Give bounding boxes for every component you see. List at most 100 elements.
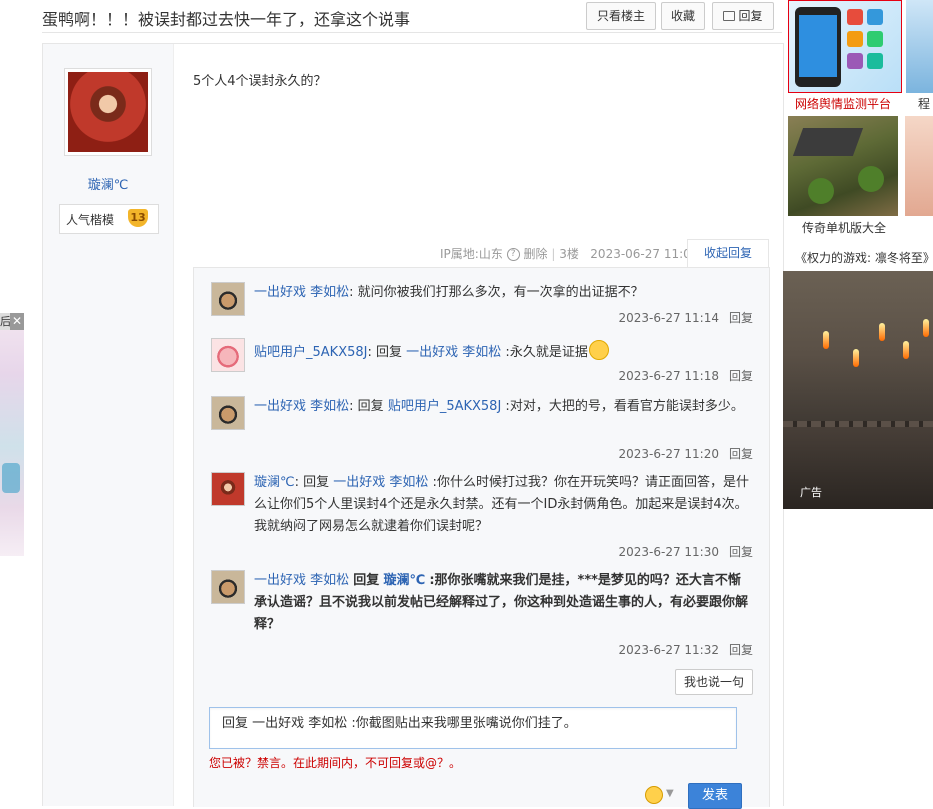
left-floating-ad[interactable]: 后 ✕ — [0, 313, 24, 556]
ad-image-game[interactable] — [788, 116, 898, 216]
reply-message: 永久就是证据 — [509, 345, 588, 360]
avatar[interactable] — [211, 570, 245, 604]
help-icon[interactable]: ? — [506, 248, 520, 261]
avatar[interactable] — [211, 282, 245, 316]
reply-link[interactable]: 回复 — [729, 369, 753, 383]
thread-title: 蛋鸭啊！！！被误封都过去快一年了，还拿这个说事 — [42, 10, 411, 29]
reply-text: 一出好戏 李如松: 回复 贴吧用户_5AKX58J :对对，大把的号，看看官方能… — [254, 399, 744, 414]
reply-user[interactable]: 璇澜℃ — [254, 475, 295, 490]
ad-label: 广告 — [800, 486, 822, 499]
reply-editor[interactable]: 回复 一出好戏 李如松 :你截图贴出来我哪里张嘴说你们挂了。 — [209, 707, 737, 749]
ad-image-monitoring[interactable] — [788, 0, 902, 93]
avatar[interactable] — [211, 338, 245, 372]
app-tile-icon — [867, 9, 883, 25]
level-label: 人气楷模 — [66, 213, 115, 227]
reply-list: 一出好戏 李如松: 就问你被我们打那么多次，有一次拿的出证据不？ 2023-6-… — [193, 267, 770, 809]
comment-icon — [723, 11, 736, 21]
thread-header: 蛋鸭啊！！！被误封都过去快一年了，还拿这个说事 只看楼主 收藏 回复 — [42, 0, 782, 33]
avatar-image — [68, 72, 148, 152]
reply-time: 2023-6-27 11:14 — [618, 311, 719, 325]
fire-mark — [879, 323, 885, 341]
left-ad-image — [2, 463, 20, 493]
reply-meta: 2023-6-27 11:14 回复 — [618, 309, 753, 326]
ad-image-partial-2[interactable] — [905, 116, 933, 216]
post-floor: 璇澜℃ 人气楷模 13 5个人4个误封永久的？ IP属地:山东 ? 删除 | 3… — [42, 43, 784, 809]
floor-number: 3楼 — [559, 247, 579, 261]
reply-link[interactable]: 回复 — [729, 643, 753, 657]
reply-message: 对对，大把的号，看看官方能误封多少。 — [509, 399, 744, 414]
close-icon[interactable]: ✕ — [10, 313, 24, 330]
ad-caption-monitoring[interactable]: 网络舆情监测平台 — [795, 95, 891, 112]
post-tail-info: IP属地:山东 ? 删除 | 3楼 2023-06-27 11:05 — [440, 247, 699, 261]
reply-link[interactable]: 回复 — [729, 447, 753, 461]
fire-mark — [853, 349, 859, 367]
reply-word: 回复 — [376, 345, 403, 360]
reply-user[interactable]: 一出好戏 李如松 — [254, 285, 349, 300]
avatar[interactable] — [211, 396, 245, 430]
reply-text: 璇澜℃: 回复 一出好戏 李如松 :你什么时候打过我？你在开玩笑吗？请正面回答，… — [254, 475, 749, 534]
emoji-icon[interactable] — [645, 786, 663, 804]
reply-meta: 2023-6-27 11:30 回复 — [618, 543, 753, 560]
ad-caption-game[interactable]: 传奇单机版大全 — [802, 219, 886, 236]
only-op-button[interactable]: 只看楼主 — [586, 2, 656, 30]
reply-link[interactable]: 回复 — [729, 545, 753, 559]
reply-time: 2023-6-27 11:32 — [618, 643, 719, 657]
send-button[interactable]: 发表 — [688, 783, 742, 809]
collect-button[interactable]: 收藏 — [661, 2, 705, 30]
reply-time: 2023-6-27 11:30 — [618, 545, 719, 559]
reply-editor-text[interactable]: 回复 一出好戏 李如松 :你截图贴出来我哪里张嘴说你们挂了。 — [222, 712, 577, 731]
reply-button[interactable]: 回复 — [712, 2, 774, 30]
right-sidebar: 网络舆情监测平台 程 传奇单机版大全 《权力的游戏: 凛冬将至》H 广告 — [783, 0, 933, 805]
reply-text: 一出好戏 李如松 回复 璇澜℃ :那你张嘴就来我们是挂，***是梦见的吗？还大言… — [254, 573, 749, 632]
smile-emoji-icon — [588, 340, 609, 360]
reply-to-user[interactable]: 贴吧用户_5AKX58J — [388, 399, 501, 414]
reply-time: 2023-6-27 11:18 — [618, 369, 719, 383]
reply-user[interactable]: 一出好戏 李如松 — [254, 573, 349, 588]
fire-mark — [903, 341, 909, 359]
reply-to-user[interactable]: 璇澜℃ — [383, 573, 425, 588]
say-more-button[interactable]: 我也说一句 — [675, 669, 753, 695]
reply-link[interactable]: 回复 — [729, 311, 753, 325]
post-time: 2023-06-27 11:05 — [590, 247, 699, 261]
reply-message: 你什么时候打过我？你在开玩笑吗？请正面回答，是什么让你们5个人里误封4个还是永久… — [254, 475, 749, 534]
reply-time: 2023-6-27 11:20 — [618, 447, 719, 461]
ad-image-partial[interactable] — [906, 0, 933, 93]
ad-caption-partial[interactable]: 程 — [918, 95, 930, 112]
avatar[interactable] — [211, 472, 245, 506]
fire-mark — [823, 331, 829, 349]
app-tile-icon — [867, 31, 883, 47]
game-ad-title[interactable]: 《权力的游戏: 凛冬将至》H — [795, 249, 933, 266]
game-tree — [808, 178, 834, 204]
reply-word: 回复 — [303, 475, 330, 490]
app-tile-icon — [847, 9, 863, 25]
game-tree — [858, 166, 884, 192]
reply-to-user[interactable]: 一出好戏 李如松 — [406, 345, 501, 360]
reply-meta: 2023-6-27 11:18 回复 — [618, 367, 753, 384]
author-name[interactable]: 璇澜℃ — [43, 174, 173, 193]
app-tile-icon — [867, 53, 883, 69]
reply-meta: 2023-6-27 11:20 回复 — [618, 445, 753, 462]
delete-link[interactable]: 删除 — [523, 247, 547, 261]
chevron-down-icon[interactable]: ▼ — [666, 788, 674, 799]
level-badge-box[interactable]: 人气楷模 13 — [59, 204, 159, 234]
author-avatar[interactable] — [64, 68, 152, 156]
fire-mark — [923, 319, 929, 337]
ban-warning: 您已被？禁言。在此期间内，不可回复或@？。 — [209, 756, 462, 770]
author-column: 璇澜℃ 人气楷模 13 — [43, 44, 174, 806]
reply-word: 回复 — [357, 399, 384, 414]
reply-to-user[interactable]: 一出好戏 李如松 — [333, 475, 428, 490]
post-content: 5个人4个误封永久的？ — [193, 74, 327, 89]
reply-user[interactable]: 一出好戏 李如松 — [254, 399, 349, 414]
reply-text: 一出好戏 李如松: 就问你被我们打那么多次，有一次拿的出证据不？ — [254, 285, 644, 300]
level-badge: 13 — [128, 209, 148, 227]
collapse-replies-button[interactable]: 收起回复 — [687, 239, 769, 269]
reply-text: 贴吧用户_5AKX58J: 回复 一出好戏 李如松 :永久就是证据 — [254, 340, 749, 364]
reply-button-label: 回复 — [738, 9, 763, 23]
ad-image-battle[interactable] — [783, 271, 933, 509]
app-tile-icon — [847, 31, 863, 47]
ip-location: IP属地:山东 — [440, 247, 503, 261]
reply-word: 回复 — [353, 573, 380, 588]
game-building — [792, 128, 864, 156]
reply-user[interactable]: 贴吧用户_5AKX58J — [254, 345, 367, 360]
reply-message: 就问你被我们打那么多次，有一次拿的出证据不？ — [357, 285, 644, 300]
